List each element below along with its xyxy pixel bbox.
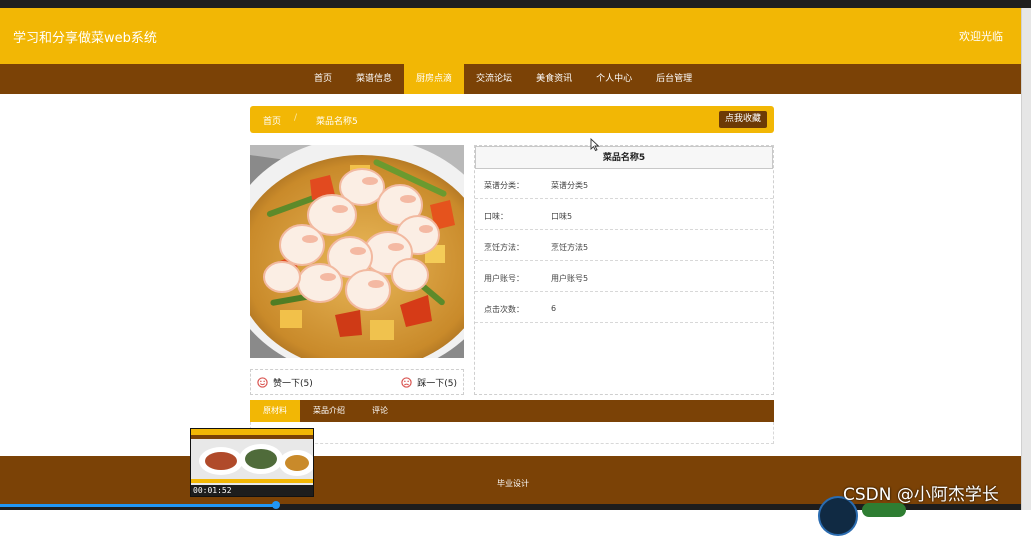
detail-row: 用户账号： 用户账号5 bbox=[475, 262, 773, 292]
favorite-button[interactable]: 点我收藏 bbox=[718, 111, 767, 128]
content-tabs: 原材料 菜品介绍 评论 bbox=[250, 400, 774, 422]
tab-0[interactable]: 原材料 bbox=[250, 400, 300, 422]
player-green-badge bbox=[862, 503, 906, 517]
mouse-cursor-icon bbox=[590, 138, 600, 152]
detail-row: 口味： 口味5 bbox=[475, 200, 773, 230]
breadcrumb: 首页 / 菜品名称5 点我收藏 bbox=[250, 106, 774, 133]
detail-row: 烹饪方法： 烹饪方法5 bbox=[475, 231, 773, 261]
detail-value: 用户账号5 bbox=[551, 274, 589, 283]
detail-row: 菜谱分类： 菜谱分类5 bbox=[475, 169, 773, 199]
tab-2[interactable]: 评论 bbox=[359, 400, 401, 422]
nav-item-6[interactable]: 后台管理 bbox=[644, 64, 704, 94]
preview-timestamp: 00:01:52 bbox=[193, 486, 232, 495]
detail-value: 菜谱分类5 bbox=[551, 181, 589, 190]
dish-detail-panel: 菜品名称5 菜谱分类： 菜谱分类5 口味： 口味5 烹饪方法： 烹饪方法5 用户账号： 用户账… bbox=[474, 145, 774, 395]
site-title[interactable]: 学习和分享做菜web系统 bbox=[13, 27, 157, 46]
nav-item-3[interactable]: 交流论坛 bbox=[464, 64, 524, 94]
dish-image bbox=[250, 145, 464, 358]
video-progress-handle[interactable] bbox=[271, 501, 280, 509]
breadcrumb-separator: / bbox=[294, 113, 298, 123]
nav-item-0[interactable]: 首页 bbox=[302, 64, 344, 94]
like-label: 赞一下(5) bbox=[273, 379, 313, 389]
nav-items: 首页 菜谱信息 厨房点滴 交流论坛 美食资讯 个人中心 后台管理 bbox=[302, 64, 704, 94]
dish-title: 菜品名称5 bbox=[475, 146, 773, 169]
main-nav: 首页 菜谱信息 厨房点滴 交流论坛 美食资讯 个人中心 后台管理 bbox=[0, 64, 1021, 94]
breadcrumb-current: 菜品名称5 bbox=[316, 117, 358, 127]
footer-text: 毕业设计 bbox=[497, 479, 529, 488]
dislike-label: 踩一下(5) bbox=[417, 379, 457, 389]
page-scrollbar[interactable] bbox=[1021, 8, 1031, 510]
tab-1[interactable]: 菜品介绍 bbox=[300, 400, 358, 422]
video-progress-bar[interactable] bbox=[0, 504, 276, 507]
like-button[interactable]: 赞一下(5) bbox=[257, 376, 313, 389]
detail-key: 点击次数： bbox=[484, 305, 524, 314]
shrimp-dish-illustration bbox=[250, 145, 464, 358]
vote-row: 赞一下(5) 踩一下(5) bbox=[250, 369, 464, 395]
welcome-text: 欢迎光临 bbox=[959, 30, 1003, 43]
frown-icon bbox=[401, 377, 412, 388]
dislike-button[interactable]: 踩一下(5) bbox=[401, 376, 457, 389]
detail-value: 口味5 bbox=[551, 212, 573, 221]
breadcrumb-home[interactable]: 首页 bbox=[263, 114, 281, 127]
detail-key: 口味： bbox=[484, 212, 508, 221]
window-top-bar bbox=[0, 0, 1031, 8]
watermark-text: CSDN @小阿杰学长 bbox=[843, 485, 999, 505]
detail-key: 菜谱分类： bbox=[484, 181, 524, 190]
nav-item-1[interactable]: 菜谱信息 bbox=[344, 64, 404, 94]
detail-key: 烹饪方法： bbox=[484, 243, 524, 252]
nav-item-5[interactable]: 个人中心 bbox=[584, 64, 644, 94]
smile-icon bbox=[257, 377, 268, 388]
detail-value: 烹饪方法5 bbox=[551, 243, 589, 252]
detail-row: 点击次数： 6 bbox=[475, 293, 773, 323]
tab-content bbox=[250, 422, 774, 444]
site-header: 学习和分享做菜web系统 欢迎光临 bbox=[0, 8, 1021, 64]
nav-item-4[interactable]: 美食资讯 bbox=[524, 64, 584, 94]
nav-item-2[interactable]: 厨房点滴 bbox=[404, 64, 465, 94]
detail-value: 6 bbox=[551, 304, 557, 313]
video-preview-thumbnail: 00:01:52 bbox=[190, 428, 314, 497]
detail-key: 用户账号： bbox=[484, 274, 524, 283]
